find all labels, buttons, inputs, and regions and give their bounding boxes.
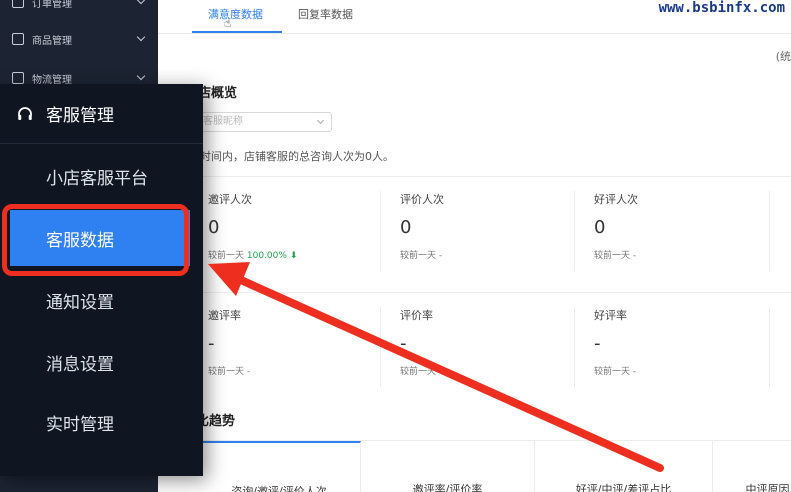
goods-icon: [12, 33, 24, 45]
chevron-down-icon: [136, 32, 146, 42]
delta-value: 100.00%: [246, 251, 287, 261]
highlight-frame: [2, 204, 189, 276]
chevron-down-icon: [136, 71, 146, 81]
trend-tab-ratings-share[interactable]: 好评/中评/差评占比: [535, 441, 713, 492]
sidebar-item-label: 订单管理: [32, 0, 72, 10]
sidebar-item-orders[interactable]: 订单管理: [0, 0, 158, 20]
trend-tab-counts[interactable]: 咨询/邀评/评价人次: [198, 441, 361, 492]
truck-icon: [12, 72, 24, 84]
metrics-row-1: 邀评人次 0 较前一天 100.00% ⬇ 评价人次 0 较前一天 - 好评人次…: [194, 176, 791, 280]
divider: [380, 191, 381, 271]
trend-tab-neutral-reasons[interactable]: 中评原因: [713, 441, 791, 492]
menu-item-notification-settings[interactable]: 通知设置: [10, 272, 190, 328]
menu-item-message-settings[interactable]: 消息设置: [10, 334, 190, 390]
overview-title: 店概览: [198, 86, 238, 101]
metric-positive-count: 好评人次 0 较前一天 -: [594, 193, 638, 261]
order-icon: [12, 0, 24, 8]
metric-positive-rate: 好评率 - 较前一天 -: [594, 309, 637, 377]
menu-item-store-service-platform[interactable]: 小店客服平台: [10, 148, 190, 204]
metric-review-rate: 评价率 - 较前一天 -: [400, 309, 443, 377]
chevron-down-icon: [316, 116, 325, 125]
active-tab-indicator: [192, 31, 282, 33]
chevron-down-icon: [136, 0, 146, 5]
divider: [769, 307, 770, 387]
agent-nickname-select[interactable]: 客服昵称: [196, 112, 332, 132]
metric-review-count: 评价人次 0 较前一天 -: [400, 193, 444, 261]
divider: [574, 191, 575, 271]
arrow-down-icon: ⬇: [289, 251, 298, 261]
stat-note: (统: [775, 50, 791, 63]
tab-satisfaction-data[interactable]: 满意度数据: [208, 6, 263, 22]
menu-header-label: 客服管理: [46, 106, 114, 126]
main-content: 满意度数据 回复率数据 ☝ www.bsbinfx.com (统 店概览 客服昵…: [158, 0, 791, 492]
divider: [769, 191, 770, 271]
customer-service-menu: 客服管理 小店客服平台 客服数据 通知设置 消息设置 实时管理: [0, 84, 203, 476]
menu-header[interactable]: 客服管理: [0, 84, 203, 144]
trend-tab-rates[interactable]: 邀评率/评价率: [361, 441, 535, 492]
headset-icon: [18, 106, 32, 120]
sidebar-item-goods[interactable]: 商品管理: [0, 21, 158, 57]
watermark: www.bsbinfx.com: [658, 0, 785, 16]
metrics-row-2: 邀评率 - 较前一天 - 评价率 - 较前一天 - 好评率 - 较前一天 -: [194, 292, 791, 396]
tab-reply-rate-data[interactable]: 回复率数据: [298, 6, 353, 22]
metric-invite-count: 邀评人次 0 较前一天 100.00% ⬇: [208, 193, 298, 261]
sidebar-item-label: 商品管理: [32, 35, 72, 47]
divider: [574, 307, 575, 387]
menu-item-realtime-management[interactable]: 实时管理: [10, 394, 190, 450]
metric-invite-rate: 邀评率 - 较前一天 -: [208, 309, 251, 377]
mouse-cursor-icon: ☝: [224, 16, 232, 30]
overview-description: 时间内，店铺客服的总咨询人次为0人。: [200, 150, 394, 163]
divider: [380, 307, 381, 387]
trend-tab-bar: 咨询/邀评/评价人次 邀评率/评价率 好评/中评/差评占比 中评原因: [198, 440, 791, 492]
